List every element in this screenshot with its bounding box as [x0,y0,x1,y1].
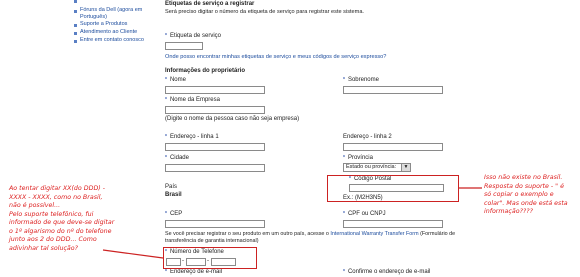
left-annotation: Ao tentar digitar XX(do DDD) - XXXX - XX… [9,185,115,252]
right-annotation: Isso não existe no Brasil. Resposta do s… [484,174,568,215]
